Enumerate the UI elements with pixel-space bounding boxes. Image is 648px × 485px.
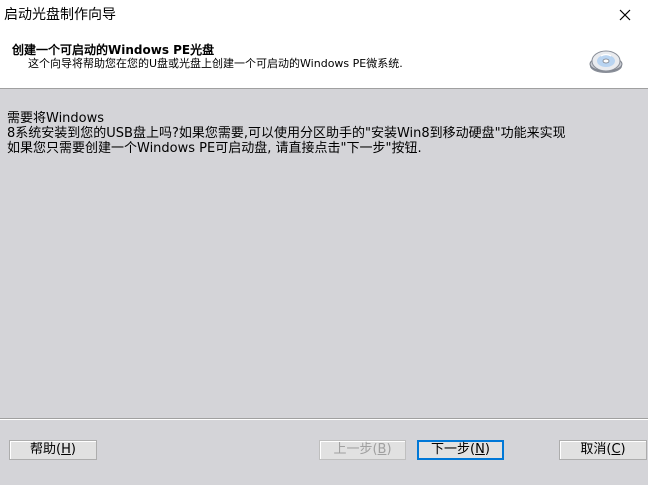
next-button[interactable]: 下一步(N) [417, 440, 504, 460]
window-title: 启动光盘制作向导 [4, 7, 116, 23]
previous-button-label: 上一步( [333, 442, 378, 457]
instruction-text: 需要将Windows 8系统安装到您的USB盘上吗?如果您需要,可以使用分区助手… [7, 111, 566, 156]
cancel-button-label-tail: ) [620, 442, 626, 457]
next-button-label-tail: ) [484, 442, 490, 457]
disc-install-icon [589, 50, 623, 73]
help-button-label: 帮助( [30, 442, 62, 457]
wizard-header: 创建一个可启动的Windows PE光盘 这个向导将帮助您在您的U盘或光盘上创建… [0, 32, 648, 89]
cancel-button[interactable]: 取消(C) [559, 440, 647, 460]
help-button[interactable]: 帮助(H) [9, 440, 97, 460]
wizard-content: 需要将Windows 8系统安装到您的USB盘上吗?如果您需要,可以使用分区助手… [0, 89, 648, 417]
button-separator [0, 418, 648, 420]
title-bar: 启动光盘制作向导 [0, 0, 648, 32]
previous-button[interactable]: 上一步(B) [319, 440, 406, 460]
header-subtitle: 这个向导将帮助您在您的U盘或光盘上创建一个可启动的Windows PE微系统. [28, 57, 403, 70]
close-icon [619, 9, 631, 21]
next-button-accesskey: N [475, 442, 485, 457]
help-button-label-tail: ) [70, 442, 76, 457]
close-button[interactable] [602, 0, 648, 30]
help-button-accesskey: H [61, 442, 71, 457]
header-title: 创建一个可启动的Windows PE光盘 [12, 43, 215, 57]
previous-button-label-tail: ) [386, 442, 392, 457]
cancel-button-accesskey: C [611, 442, 621, 457]
next-button-label: 下一步( [431, 442, 476, 457]
cancel-button-label: 取消( [580, 442, 612, 457]
